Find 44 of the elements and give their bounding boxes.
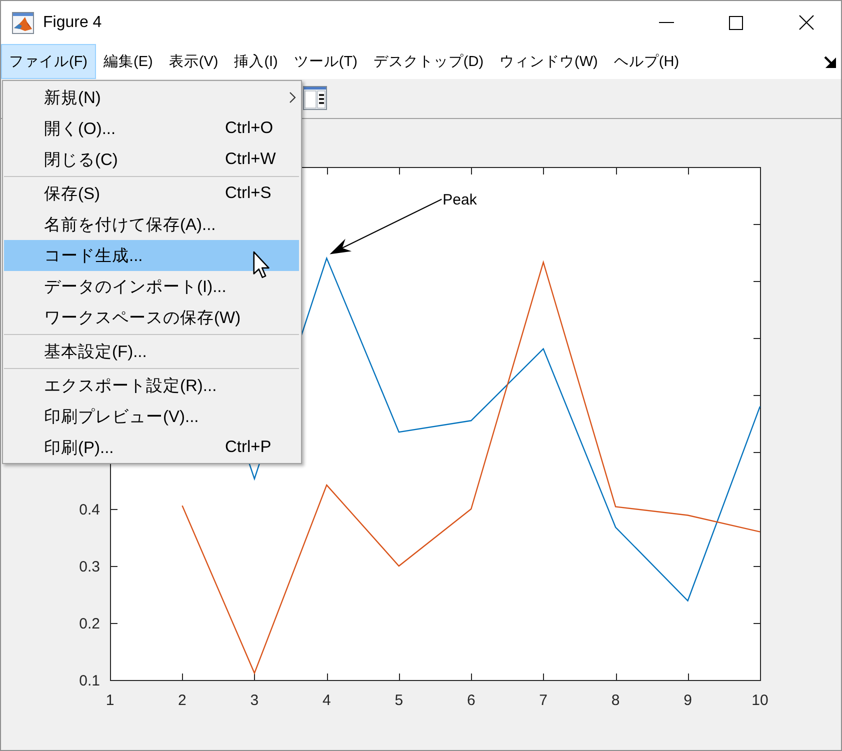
x-tick-label: 10: [752, 692, 768, 709]
window-title: Figure 4: [43, 14, 102, 32]
y-tick-label: 0.4: [79, 502, 100, 518]
menu-item[interactable]: 名前を付けて保存(A)...: [4, 209, 299, 240]
close-icon: [798, 15, 814, 30]
menu-bar-item[interactable]: ウィンドウ(W): [492, 44, 606, 79]
x-tick-label: 6: [466, 692, 476, 709]
menu-bar-item[interactable]: ツール(T): [286, 44, 366, 79]
menu-item[interactable]: 基本設定(F)...: [4, 336, 299, 367]
menu-item[interactable]: エクスポート設定(R)...: [4, 370, 299, 401]
menu-item[interactable]: ワークスペースの保存(W): [4, 302, 299, 333]
menu-item[interactable]: 印刷プレビュー(V)...: [4, 401, 299, 432]
menu-item[interactable]: 新規(N): [4, 82, 299, 113]
menu-bar-item[interactable]: デスクトップ(D): [365, 44, 492, 79]
x-tick-label: 3: [250, 692, 259, 709]
x-tick-label: 8: [611, 692, 620, 709]
annotation-text: Peak: [442, 192, 477, 209]
menu-item[interactable]: 開く(O)... Ctrl+O: [4, 113, 299, 144]
menu-bar-item[interactable]: 表示(V): [160, 44, 226, 79]
x-tick-label: 4: [322, 692, 331, 709]
y-tick-label: 0.3: [79, 558, 100, 576]
menu-bar-item[interactable]: ファイル(F): [1, 44, 96, 79]
chevron-right-icon: [289, 92, 296, 103]
maximize-icon: [729, 16, 743, 30]
menu-item[interactable]: データのインポート(I)...: [4, 271, 299, 302]
peak-logo-icon: [12, 12, 34, 34]
menu-bar-item[interactable]: 編集(E): [96, 44, 161, 79]
menu-item[interactable]: 閉じる(C) Ctrl+W: [4, 144, 299, 175]
diagonal-arrow-icon[interactable]: [824, 56, 836, 68]
x-tick-label: 2: [178, 692, 186, 709]
y-tick-label: 0.1: [79, 672, 100, 690]
menu-item[interactable]: コード生成...: [4, 240, 299, 271]
mouse-pointer-icon: [253, 251, 272, 279]
menu-item[interactable]: 印刷(P)... Ctrl+P: [4, 432, 299, 463]
x-tick-label: 9: [684, 692, 692, 709]
x-tick-label: 5: [394, 692, 404, 709]
panel-list-icon[interactable]: [303, 86, 327, 110]
minimize-icon: [658, 22, 674, 23]
x-tick-label: 1: [106, 692, 114, 709]
menu-bar-item[interactable]: ヘルプ(H): [606, 44, 688, 79]
menu-bar-item[interactable]: 挿入(I): [226, 44, 286, 79]
x-tick-label: 7: [539, 692, 548, 709]
menu-item[interactable]: 保存(S) Ctrl+S: [4, 178, 299, 209]
y-tick-label: 0.2: [79, 616, 100, 632]
